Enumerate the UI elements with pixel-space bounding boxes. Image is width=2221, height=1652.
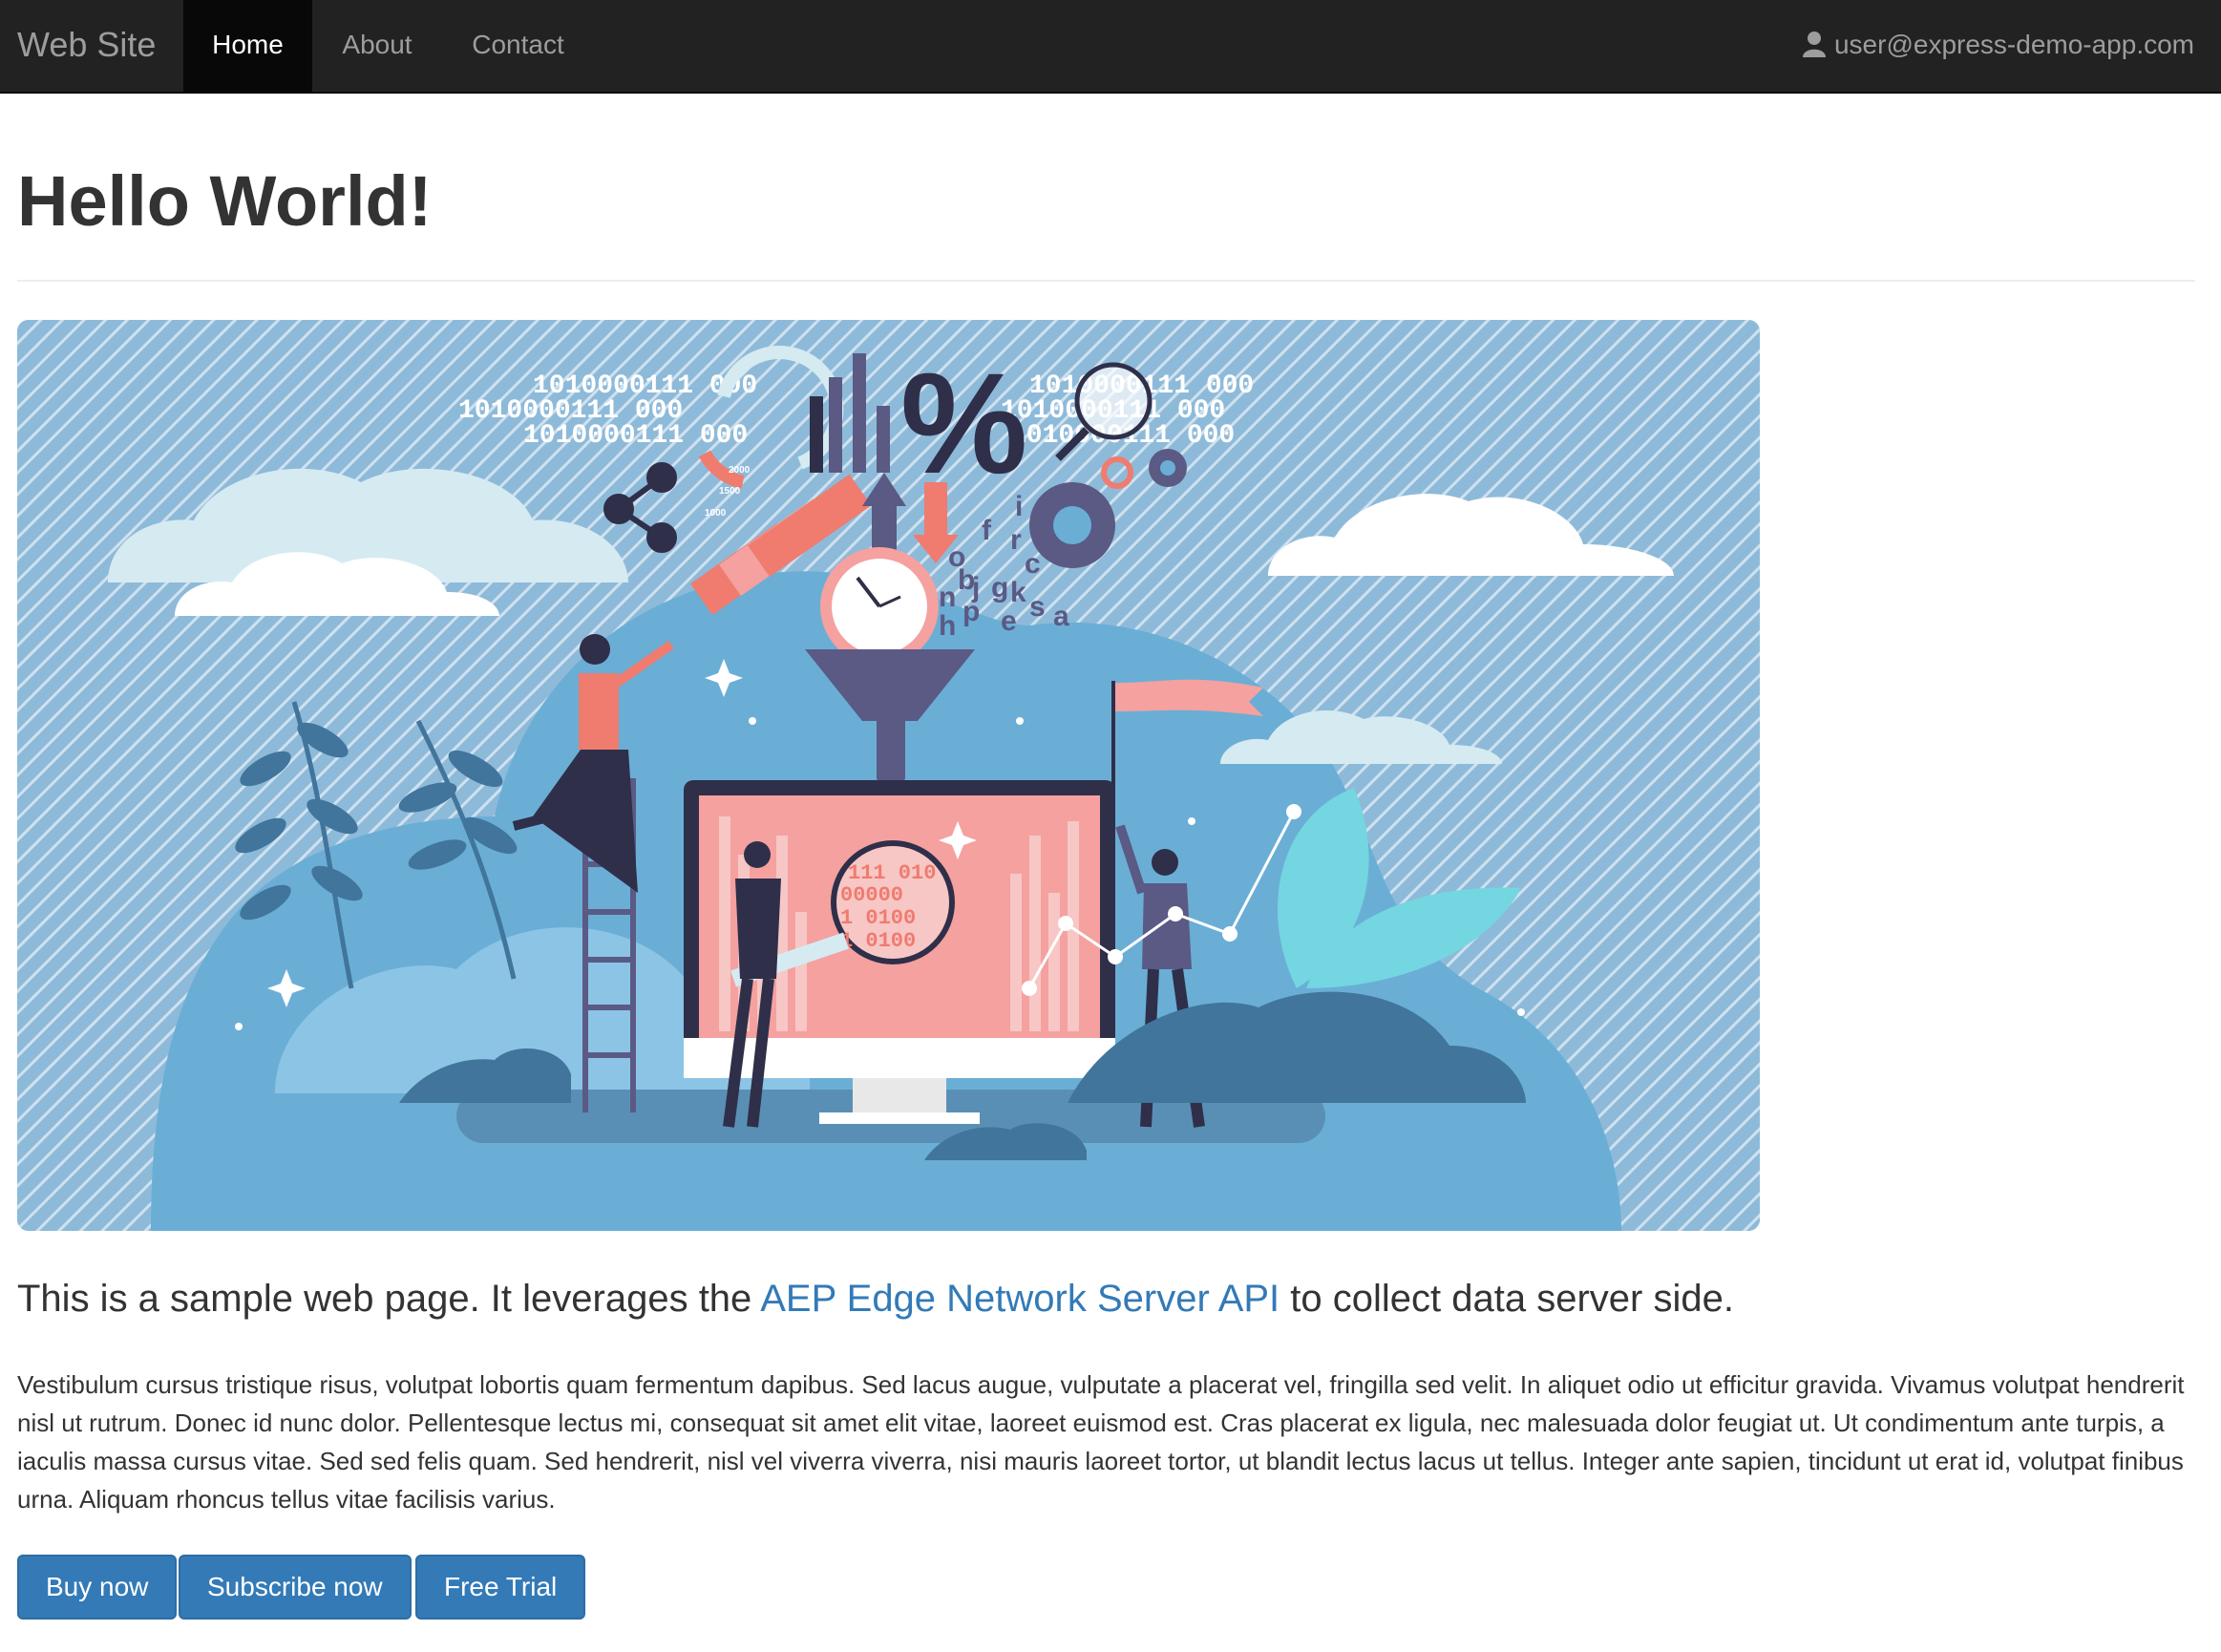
buy-now-button[interactable]: Buy now: [17, 1555, 178, 1620]
top-navbar: Web Site Home About Contact user@express…: [0, 0, 2221, 94]
aep-api-link[interactable]: AEP Edge Network Server API: [760, 1278, 1280, 1320]
svg-text:1500: 1500: [719, 486, 741, 497]
svg-text:1 0100: 1 0100: [840, 929, 916, 953]
svg-text:a: a: [1053, 601, 1069, 632]
nav-about[interactable]: About: [320, 0, 434, 92]
svg-text:1010000111 000: 1010000111 000: [523, 421, 748, 451]
nav-home[interactable]: Home: [183, 0, 312, 92]
svg-text:g: g: [991, 572, 1008, 604]
svg-text:s: s: [1029, 591, 1046, 623]
lead-text-start: This is a sample web page. It leverages …: [17, 1278, 761, 1320]
svg-text:p: p: [962, 596, 980, 627]
user-email: user@express-demo-app.com: [1833, 30, 2194, 59]
page-title: Hello World!: [17, 161, 433, 241]
lead-paragraph: This is a sample web page. It leverages …: [17, 1273, 2204, 1324]
svg-text:f: f: [982, 515, 992, 546]
clock-icon: [820, 547, 939, 666]
subscribe-now-button[interactable]: Subscribe now: [179, 1555, 412, 1620]
title-divider: [17, 280, 2195, 282]
brand-link[interactable]: Web Site: [17, 0, 156, 92]
user-account-link[interactable]: user@express-demo-app.com: [1802, 0, 2194, 92]
svg-text:c: c: [1025, 548, 1041, 580]
svg-text:h: h: [939, 610, 956, 642]
svg-text:111 010: 111 010: [848, 861, 936, 885]
user-icon: [1802, 32, 1826, 57]
nav-contact[interactable]: Contact: [449, 0, 587, 92]
hero-illustration-svg: 1010000111 000 1010000111 000 1010000111…: [17, 320, 1760, 1231]
svg-text:1 0100: 1 0100: [840, 906, 916, 930]
hero-illustration: 1010000111 000 1010000111 000 1010000111…: [17, 320, 1760, 1231]
svg-text:1000: 1000: [705, 508, 727, 519]
svg-text:i: i: [1015, 491, 1023, 522]
svg-text:2000: 2000: [729, 465, 751, 476]
free-trial-button[interactable]: Free Trial: [415, 1555, 586, 1620]
lead-text-end: to collect data server side.: [1280, 1278, 1734, 1320]
percent-symbol: %: [900, 343, 1027, 503]
svg-text:e: e: [1001, 605, 1017, 637]
svg-text:n: n: [939, 582, 956, 613]
svg-text:r: r: [1010, 524, 1022, 556]
svg-text:k: k: [1010, 577, 1026, 608]
body-paragraph: Vestibulum cursus tristique risus, volut…: [17, 1370, 2185, 1514]
svg-text:00000: 00000: [840, 883, 903, 907]
